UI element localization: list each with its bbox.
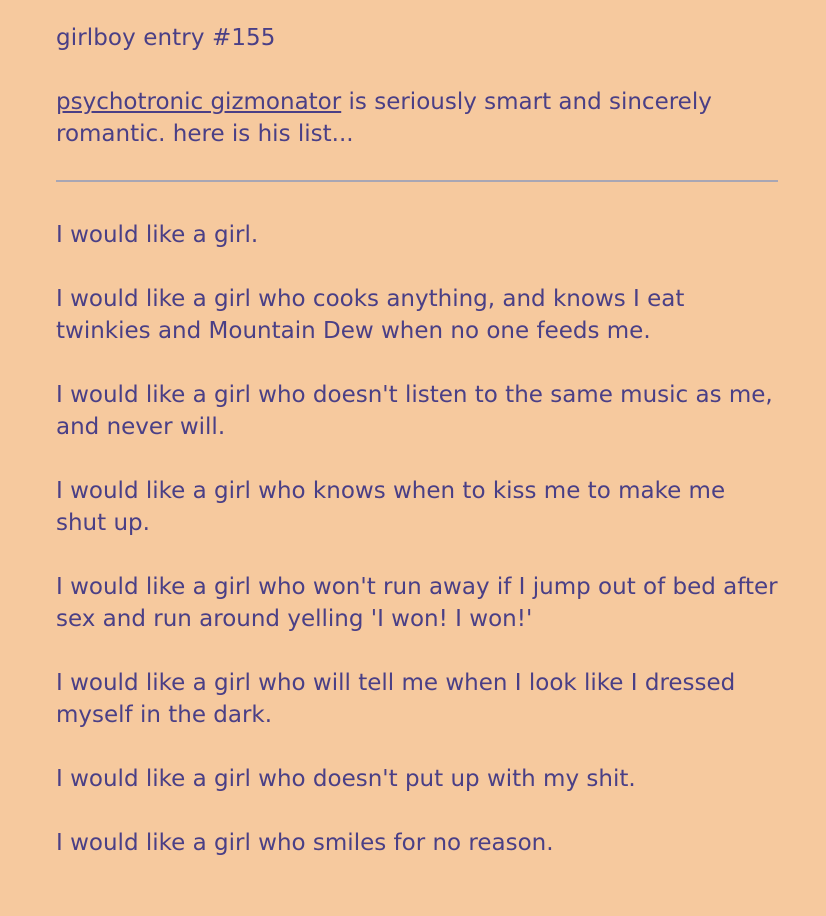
author-link[interactable]: psychotronic gizmonator bbox=[56, 89, 341, 115]
list-item: I would like a girl who doesn't listen t… bbox=[56, 382, 773, 440]
list-item: I would like a girl who knows when to ki… bbox=[56, 478, 726, 536]
divider bbox=[56, 180, 778, 182]
list-item: I would like a girl who will tell me whe… bbox=[56, 670, 736, 728]
entry-title: girlboy entry #155 bbox=[56, 25, 276, 51]
wish-list: I would like a girl. I would like a girl… bbox=[56, 219, 780, 859]
list-item: I would like a girl who doesn't put up w… bbox=[56, 766, 636, 792]
list-item: I would like a girl who smiles for no re… bbox=[56, 830, 554, 856]
list-item: I would like a girl. bbox=[56, 222, 259, 248]
intro-paragraph: psychotronic gizmonator is seriously sma… bbox=[56, 86, 756, 150]
page: girlboy entry #155 psychotronic gizmonat… bbox=[0, 0, 826, 916]
list-item: I would like a girl who won't run away i… bbox=[56, 574, 778, 632]
list-item: I would like a girl who cooks anything, … bbox=[56, 286, 685, 344]
